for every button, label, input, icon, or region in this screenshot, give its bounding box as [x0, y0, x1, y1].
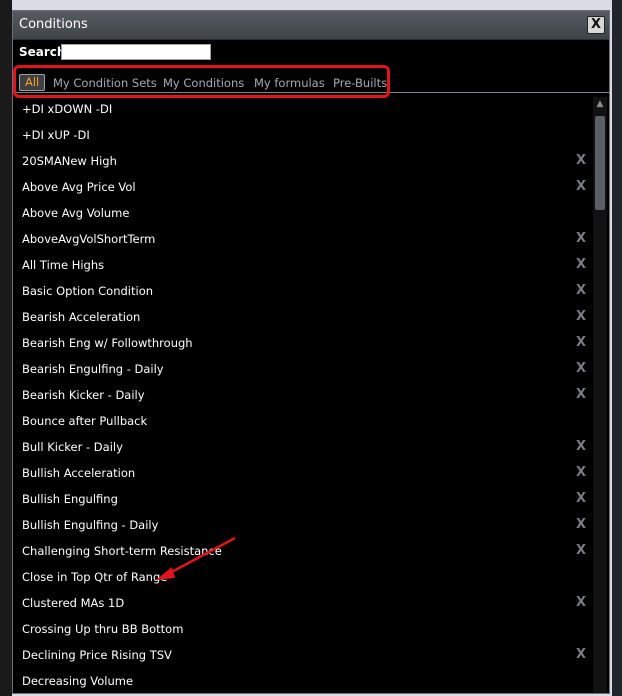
condition-row[interactable]: All Time Highs X [13, 253, 593, 279]
condition-row[interactable]: Crossing Up thru BB Bottom [13, 617, 593, 643]
condition-row[interactable]: Bullish Engulfing - Daily X [13, 513, 593, 539]
condition-row[interactable]: AboveAvgVolShortTerm X [13, 227, 593, 253]
delete-condition-button[interactable]: X [576, 361, 586, 376]
delete-condition-button[interactable]: X [576, 179, 586, 194]
condition-label: All Time Highs [22, 258, 105, 272]
delete-condition-button[interactable]: X [576, 439, 586, 454]
delete-condition-button[interactable]: X [576, 257, 586, 272]
condition-label: Bearish Kicker - Daily [22, 388, 145, 402]
delete-condition-button[interactable]: X [576, 309, 586, 324]
condition-list: +DI xDOWN -DI +DI xUP -DI 20SMANew High X Ab… [13, 97, 593, 693]
condition-label: Clustered MAs 1D [22, 596, 125, 610]
condition-label: Bounce after Pullback [22, 414, 148, 428]
condition-row[interactable]: Clustered MAs 1D X [13, 591, 593, 617]
condition-row[interactable]: Bearish Engulfing - Daily X [13, 357, 593, 383]
condition-label: Bullish Engulfing - Daily [22, 518, 159, 532]
condition-row[interactable]: Bearish Kicker - Daily X [13, 383, 593, 409]
condition-row[interactable]: +DI xUP -DI [13, 123, 593, 149]
delete-condition-button[interactable]: X [576, 543, 586, 558]
condition-label: 20SMANew High [22, 154, 117, 168]
delete-condition-button[interactable]: X [576, 647, 586, 662]
condition-label: +DI xUP -DI [22, 128, 90, 142]
condition-row[interactable]: Bull Kicker - Daily X [13, 435, 593, 461]
background-window-edge-right [612, 0, 622, 696]
condition-row[interactable]: Bearish Eng w/ Followthrough X [13, 331, 593, 357]
window-title: Conditions [19, 17, 88, 32]
condition-label: Bull Kicker - Daily [22, 440, 123, 454]
condition-label: Above Avg Volume [22, 206, 130, 220]
scrollbar[interactable]: ▲ [593, 97, 607, 693]
delete-condition-button[interactable]: X [576, 595, 586, 610]
search-input[interactable] [61, 44, 211, 60]
condition-label: Bearish Eng w/ Followthrough [22, 336, 193, 350]
condition-label: Bearish Acceleration [22, 310, 141, 324]
condition-row[interactable]: +DI xDOWN -DI [13, 97, 593, 123]
condition-row[interactable]: Bullish Acceleration X [13, 461, 593, 487]
tabs-highlight-annotation [13, 65, 390, 98]
condition-label: Above Avg Price Vol [22, 180, 136, 194]
condition-label: Bearish Engulfing - Daily [22, 362, 164, 376]
condition-row[interactable]: Declining Price Rising TSV X [13, 643, 593, 669]
condition-label: Basic Option Condition [22, 284, 154, 298]
condition-label: Decreasing Volume [22, 674, 134, 688]
condition-row[interactable]: 20SMANew High X [13, 149, 593, 175]
delete-condition-button[interactable]: X [576, 335, 586, 350]
condition-label: Bullish Acceleration [22, 466, 136, 480]
condition-row[interactable]: Basic Option Condition X [13, 279, 593, 305]
condition-row[interactable]: Close in Top Qtr of Range [13, 565, 593, 591]
condition-row[interactable]: Decreasing Volume [13, 669, 593, 693]
scroll-up-arrow-icon[interactable]: ▲ [593, 97, 607, 111]
delete-condition-button[interactable]: X [576, 491, 586, 506]
delete-condition-button[interactable]: X [576, 231, 586, 246]
delete-condition-button[interactable]: X [576, 387, 586, 402]
delete-condition-button[interactable]: X [576, 153, 586, 168]
condition-label: +DI xDOWN -DI [22, 102, 113, 116]
condition-row[interactable]: Above Avg Price Vol X [13, 175, 593, 201]
delete-condition-button[interactable]: X [576, 465, 586, 480]
condition-label: Close in Top Qtr of Range [22, 570, 168, 584]
condition-label: Crossing Up thru BB Bottom [22, 622, 184, 636]
delete-condition-button[interactable]: X [576, 283, 586, 298]
condition-row[interactable]: Challenging Short-term Resistance X [13, 539, 593, 565]
condition-row[interactable]: Bounce after Pullback [13, 409, 593, 435]
condition-row[interactable]: Above Avg Volume [13, 201, 593, 227]
delete-condition-button[interactable]: X [576, 517, 586, 532]
search-label: Search [19, 45, 66, 59]
background-window-edge [0, 0, 12, 696]
title-bar[interactable]: Conditions X [13, 11, 609, 40]
condition-row[interactable]: Bullish Engulfing X [13, 487, 593, 513]
condition-label: Declining Price Rising TSV [22, 648, 172, 662]
close-button[interactable]: X [587, 16, 605, 34]
scroll-thumb[interactable] [595, 116, 605, 210]
condition-label: Bullish Engulfing [22, 492, 118, 506]
condition-label: AboveAvgVolShortTerm [22, 232, 156, 246]
condition-row[interactable]: Bearish Acceleration X [13, 305, 593, 331]
annotation-arrow-icon [156, 536, 236, 580]
conditions-dialog: Conditions X Search All My Condition Set… [12, 10, 610, 694]
